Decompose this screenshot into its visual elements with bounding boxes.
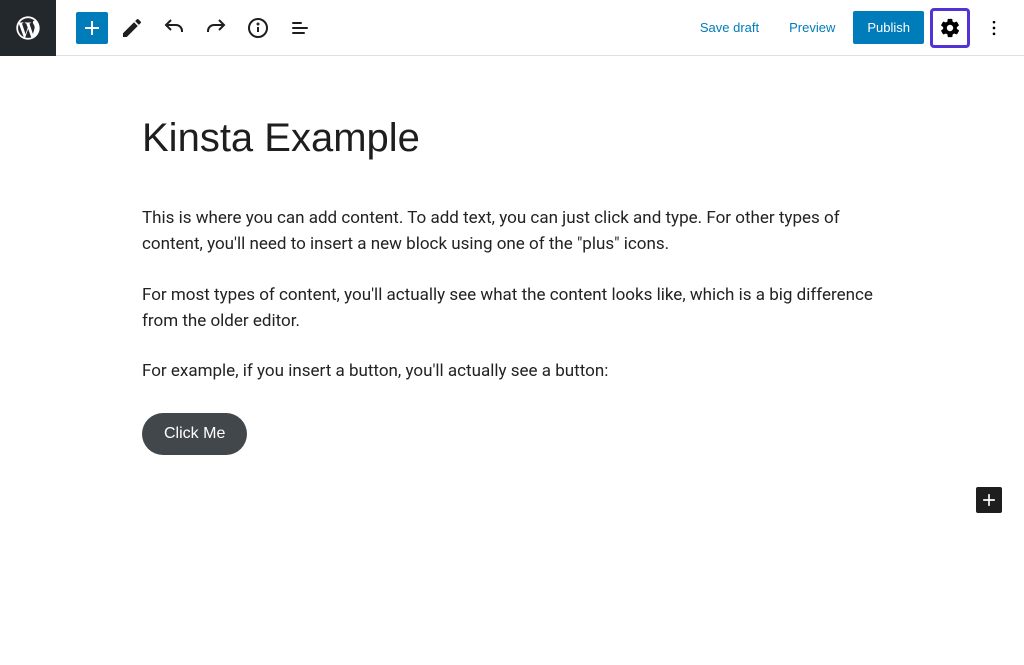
button-block[interactable]: Click Me xyxy=(142,413,247,455)
wordpress-logo[interactable] xyxy=(0,0,56,56)
more-options-button[interactable] xyxy=(976,10,1012,46)
editor-content: Kinsta Example This is where you can add… xyxy=(122,56,902,475)
save-draft-button[interactable]: Save draft xyxy=(688,12,771,43)
wordpress-icon xyxy=(14,14,42,42)
plus-icon xyxy=(979,490,999,510)
list-icon xyxy=(288,16,312,40)
redo-icon xyxy=(204,16,228,40)
edit-mode-button[interactable] xyxy=(114,10,150,46)
preview-button[interactable]: Preview xyxy=(777,12,847,43)
paragraph-block[interactable]: This is where you can add content. To ad… xyxy=(142,205,882,258)
plus-icon xyxy=(80,16,104,40)
publish-button[interactable]: Publish xyxy=(853,11,924,44)
editor-topbar: Save draft Preview Publish xyxy=(0,0,1024,56)
redo-button[interactable] xyxy=(198,10,234,46)
toolbar-right: Save draft Preview Publish xyxy=(688,8,1024,48)
paragraph-block[interactable]: For example, if you insert a button, you… xyxy=(142,358,882,384)
undo-button[interactable] xyxy=(156,10,192,46)
add-block-inline-button[interactable] xyxy=(976,487,1002,513)
gear-icon xyxy=(939,17,961,39)
paragraph-block[interactable]: For most types of content, you'll actual… xyxy=(142,282,882,335)
undo-icon xyxy=(162,16,186,40)
toolbar-left xyxy=(56,10,318,46)
more-vertical-icon xyxy=(984,18,1004,38)
settings-button[interactable] xyxy=(930,8,970,48)
details-button[interactable] xyxy=(240,10,276,46)
add-block-button[interactable] xyxy=(76,12,108,44)
post-body[interactable]: This is where you can add content. To ad… xyxy=(142,205,882,455)
post-title[interactable]: Kinsta Example xyxy=(142,116,882,161)
info-icon xyxy=(246,16,270,40)
pencil-icon xyxy=(120,16,144,40)
outline-button[interactable] xyxy=(282,10,318,46)
